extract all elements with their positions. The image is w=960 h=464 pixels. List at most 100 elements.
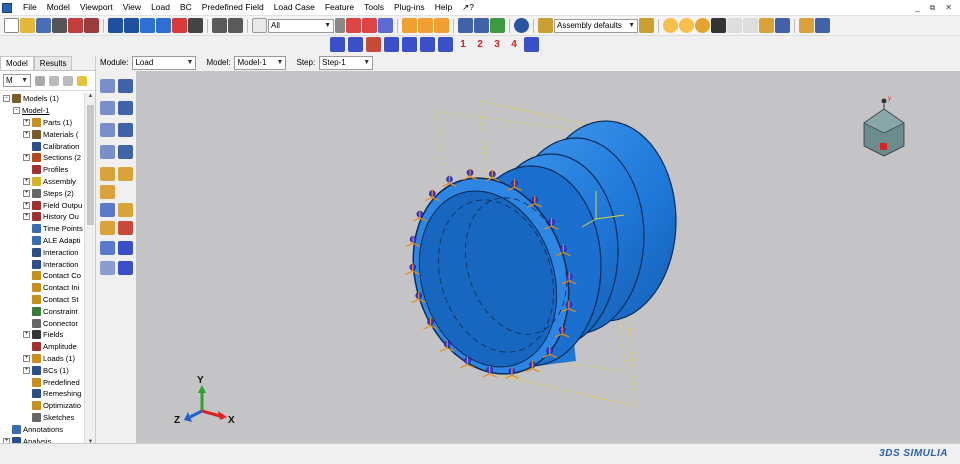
step-combo[interactable]: Step-1 ▼ xyxy=(319,55,374,70)
tree-expander-icon[interactable]: + xyxy=(23,213,30,221)
bc-manager-icon[interactable] xyxy=(524,37,539,52)
load-case-button-4[interactable]: 4 xyxy=(507,39,521,50)
partition-icon[interactable] xyxy=(100,203,115,217)
bc-icon-1[interactable] xyxy=(330,37,345,52)
load-case-button-3[interactable]: 3 xyxy=(490,39,504,50)
menu-item-0[interactable]: File xyxy=(18,2,42,13)
undo-icon[interactable] xyxy=(727,18,742,33)
cut-view-icon[interactable] xyxy=(679,18,694,33)
viewport[interactable]: y Y X Z xyxy=(136,71,960,443)
menu-item-7[interactable]: Load Case xyxy=(269,2,320,13)
rotate-icon[interactable] xyxy=(124,18,139,33)
tree-expander-icon[interactable]: + xyxy=(23,354,30,362)
minimize-button[interactable]: _ xyxy=(915,3,919,13)
tree-expander-icon[interactable]: + xyxy=(23,130,30,138)
print-icon[interactable] xyxy=(52,18,67,33)
tree-node[interactable]: + Assembly xyxy=(0,176,84,188)
table-icon[interactable] xyxy=(775,18,790,33)
model-combo[interactable]: Model-1 ▼ xyxy=(234,55,287,70)
render-shaded-icon[interactable] xyxy=(490,18,505,33)
tree-expand-icon[interactable] xyxy=(49,75,59,86)
pan-icon[interactable] xyxy=(108,18,123,33)
sphere-icon[interactable] xyxy=(695,18,710,33)
coordinate-icon[interactable] xyxy=(100,241,115,255)
tree-expander-icon[interactable]: - xyxy=(3,95,10,103)
scroll-thumb[interactable] xyxy=(87,105,94,225)
datum-icon[interactable] xyxy=(118,203,133,217)
load-case-button-1[interactable]: 1 xyxy=(456,39,470,50)
tree-node[interactable]: + Sections (2 xyxy=(0,152,84,164)
field-manager-icon[interactable] xyxy=(118,123,133,137)
menu-item-12[interactable]: ↗? xyxy=(457,2,479,13)
tree-node[interactable]: Calibration xyxy=(0,140,84,152)
open-icon[interactable] xyxy=(20,18,35,33)
tree-highlight-icon[interactable] xyxy=(77,75,87,86)
scroll-up-icon[interactable]: ▲ xyxy=(85,93,96,103)
tree-expander-icon[interactable]: + xyxy=(23,118,30,126)
tree-collapse-icon[interactable] xyxy=(63,75,73,86)
restore-button[interactable]: ⧉ xyxy=(930,3,936,13)
bc-manager-icon-2[interactable] xyxy=(118,101,133,115)
app-icon[interactable] xyxy=(2,2,12,13)
tree-filter-icon[interactable] xyxy=(35,75,45,86)
tree-node[interactable]: Profiles xyxy=(0,164,84,176)
select-arrow-icon[interactable] xyxy=(252,18,267,33)
bc-icon-5[interactable] xyxy=(402,37,417,52)
assembly-icon[interactable] xyxy=(799,18,814,33)
tree-node[interactable]: + Fields xyxy=(0,329,84,341)
select-box-icon[interactable] xyxy=(346,18,361,33)
surface-icon[interactable] xyxy=(100,221,115,235)
menu-item-5[interactable]: BC xyxy=(175,2,197,13)
predefined-field-icon[interactable] xyxy=(100,167,115,181)
menu-item-10[interactable]: Plug-ins xyxy=(389,2,430,13)
tree-node[interactable]: Amplitude xyxy=(0,341,84,353)
tree-node[interactable]: + History Ou xyxy=(0,211,84,223)
save-icon[interactable] xyxy=(36,18,51,33)
menu-item-8[interactable]: Feature xyxy=(320,2,359,13)
close-button[interactable]: ✕ xyxy=(945,3,952,13)
render-style-combo[interactable]: Assembly defaults ▼ xyxy=(554,18,638,33)
menu-item-11[interactable]: Help xyxy=(430,2,457,13)
tree-expander-icon[interactable]: + xyxy=(23,201,30,209)
menu-item-1[interactable]: Model xyxy=(42,2,75,13)
loadcase-manager-icon[interactable] xyxy=(118,145,133,159)
tree-toggle-icon[interactable] xyxy=(759,18,774,33)
list-icon[interactable] xyxy=(212,18,227,33)
menu-item-9[interactable]: Tools xyxy=(359,2,389,13)
tree-node[interactable]: Predefined xyxy=(0,376,84,388)
tree-expander-icon[interactable]: + xyxy=(23,177,30,185)
tree-node[interactable]: + Steps (2) xyxy=(0,187,84,199)
datum-axis-icon[interactable] xyxy=(118,261,133,275)
tree-node[interactable]: Contact Co xyxy=(0,270,84,282)
tree-node[interactable]: Constraint xyxy=(0,305,84,317)
view-front-icon[interactable] xyxy=(418,18,433,33)
new-icon[interactable] xyxy=(4,18,19,33)
tree-expander-icon[interactable]: + xyxy=(23,154,30,162)
tree-node[interactable]: Interaction xyxy=(0,258,84,270)
tree-node[interactable]: + Field Outpu xyxy=(0,199,84,211)
tree-scrollbar[interactable]: ▲ ▼ xyxy=(84,93,95,449)
grid-icon[interactable] xyxy=(815,18,830,33)
tree-node[interactable]: ALE Adapti xyxy=(0,235,84,247)
tree-expander-icon[interactable]: + xyxy=(23,189,30,197)
tab-results[interactable]: Results xyxy=(33,56,73,70)
tree-node[interactable]: Remeshing xyxy=(0,388,84,400)
tree-node[interactable]: Annotations xyxy=(0,423,84,435)
tree-node[interactable]: Time Points xyxy=(0,223,84,235)
plugin-icon[interactable] xyxy=(84,18,99,33)
view-cube[interactable]: y xyxy=(863,96,905,157)
cut-plane-icon[interactable] xyxy=(663,18,678,33)
create-loadcase-icon[interactable] xyxy=(100,145,115,159)
bc-icon-4[interactable] xyxy=(384,37,399,52)
select-region-icon[interactable] xyxy=(362,18,377,33)
edit-icon[interactable] xyxy=(100,185,115,199)
load-manager-icon[interactable] xyxy=(118,79,133,93)
redo-icon[interactable] xyxy=(743,18,758,33)
create-load-icon[interactable] xyxy=(100,79,115,93)
tree-node[interactable]: + Loads (1) xyxy=(0,353,84,365)
menu-item-6[interactable]: Predefined Field xyxy=(197,2,269,13)
create-field-icon[interactable] xyxy=(100,123,115,137)
menu-item-2[interactable]: Viewport xyxy=(75,2,118,13)
bc-icon-7[interactable] xyxy=(438,37,453,52)
magnify-icon[interactable] xyxy=(140,18,155,33)
